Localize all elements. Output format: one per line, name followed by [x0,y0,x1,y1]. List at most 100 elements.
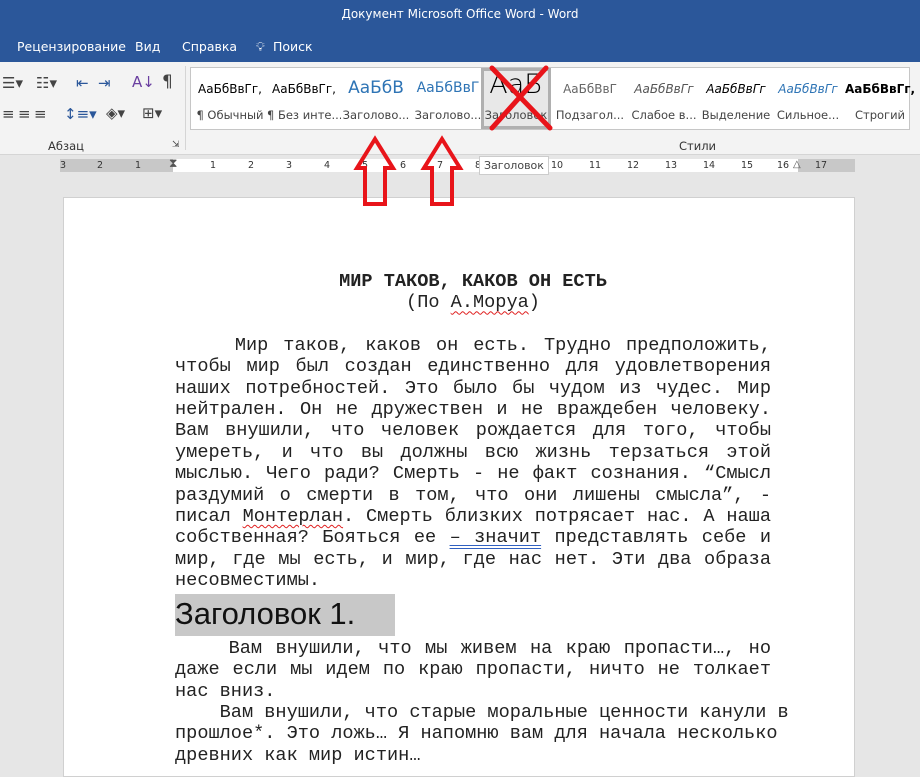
ruler-number: 16 [777,160,790,171]
text-run: мир, где мы есть, и мир, где нас нет. Эт… [175,548,771,570]
text-line: раздумий о смерти в том, что они лишены … [175,485,771,506]
ruler-number: 7 [437,160,444,171]
title-bar: Документ Microsoft Office Word - Word [0,0,920,30]
style-strong[interactable]: АаБбВвГг, Строгий [843,68,917,129]
align-center-icon[interactable]: ≡ [2,105,15,123]
pilcrow-icon[interactable]: ¶ [162,72,173,92]
line-spacing-icon[interactable]: ↕≡▾ [64,105,97,123]
paragraph: Мир таков, каков он есть. Трудно предпол… [175,335,771,592]
text-run: . Смерть близких потрясает нас. А наша [343,506,771,528]
style-subtle-emphasis[interactable]: АаБбВвГг Слабое в... [627,68,701,129]
dialog-launcher-icon[interactable]: ⇲ [172,140,180,150]
text-run: представлять себе и [541,527,772,549]
paragraph-group-label: Абзац [48,139,84,153]
ruler-number: 3 [60,160,67,171]
text-run: несовместимы. [175,570,321,592]
style-heading-1[interactable]: АаБбВ Заголово... [339,68,413,129]
text-run: чтобы мир был создан единственно для удо… [175,356,771,378]
ruler-number: 12 [627,160,640,171]
shading-icon[interactable]: ◈▾ [106,104,125,122]
text-line: мир, где мы есть, и мир, где нас нет. Эт… [175,549,771,570]
style-emphasis[interactable]: АаБбВвГг Выделение [699,68,773,129]
text-run: умереть, и что вы должны всю жизнь терза… [175,441,771,463]
decrease-indent-icon[interactable]: ⇤ [76,74,89,92]
text-run: собственная? Бояться ее [175,527,450,549]
ruler-number: 4 [324,160,331,171]
text-run: древних как мир истин… [175,744,421,766]
text-run: ) [528,292,540,314]
justify-icon[interactable]: ≡ [34,105,47,123]
spelling-error: А.Моруа [450,292,529,314]
text-line: даже если мы идем по краю пропасти, ничт… [175,659,771,680]
ruler-number: 2 [248,160,255,171]
ruler-number: 14 [703,160,716,171]
ruler-number: 11 [589,160,602,171]
style-normal[interactable]: АаБбВвГг, ¶ Обычный [193,68,267,129]
text-line: нас вниз. [175,681,771,702]
ruler-number: 6 [400,160,407,171]
paragraph: Вам внушили, что мы живем на краю пропас… [175,638,771,702]
increase-indent-icon[interactable]: ⇥ [98,74,111,92]
text-line: Вам внушили, что человек рождается для т… [175,420,771,441]
text-line: нейтрален. Он не дружествен и не враждеб… [175,399,771,420]
ribbon: ☰▾ ☷▾ ⇤ ⇥ A↓ ¶ ≡ ≡ ≡ ↕≡▾ ◈▾ ⊞▾ Абзац ⇲ А… [0,62,920,155]
tab-review[interactable]: Рецензирование [17,39,126,54]
ruler-number: 2 [97,160,104,171]
text-line: Вам внушили, что старые моральные ценнос… [175,702,789,723]
borders-icon[interactable]: ⊞▾ [142,104,162,122]
tab-help[interactable]: Справка [182,39,237,54]
text-run: нас вниз. [175,680,276,702]
group-divider [185,66,186,150]
style-subtitle[interactable]: АаБбВвГ Подзагол... [553,68,627,129]
multilevel-list-icon[interactable]: ☷▾ [36,74,57,92]
heading-1: Заголовок 1. [175,593,396,636]
text-run: Вам внушили, что мы живем на краю пропас… [175,637,771,659]
horizontal-ruler[interactable]: 3211234567891011121314151617 ⧗ △ [0,155,920,175]
lightbulb-icon: 💡︎ [256,39,265,54]
text-run: нейтрален. Он не дружествен и не враждеб… [175,399,771,421]
ruler-number: 15 [741,160,754,171]
text-line: чтобы мир был создан единственно для удо… [175,356,771,377]
document-body[interactable]: МИР ТАКОВ, КАКОВ ОН ЕСТЬ (По А.Моруа) Ми… [175,271,789,766]
text-run: мыслью. Чего ради? Смерть - не факт созн… [175,463,771,485]
text-line: мыслью. Чего ради? Смерть - не факт созн… [175,463,771,484]
text-line: несовместимы. [175,570,771,591]
styles-group-label: Стили [679,139,717,153]
paragraph: Вам внушили, что старые моральные ценнос… [175,702,789,766]
tab-search[interactable]: Поиск [273,39,313,54]
style-intense-emphasis[interactable]: АаБбВвГг Сильное... [771,68,845,129]
indent-marker-icon[interactable]: ⧗ [169,156,177,171]
tab-view[interactable]: Вид [135,39,160,54]
text-run: Вам внушили, что человек рождается для т… [175,420,771,442]
text-run: Мир таков, каков он есть. Трудно предпол… [175,334,771,356]
window-title: Документ Microsoft Office Word - Word [341,7,579,21]
text-run: Вам внушили, что старые моральные ценнос… [175,701,789,723]
styles-gallery: АаБбВвГг, ¶ Обычный АаБбВвГг, ¶ Без инте..… [190,67,915,130]
spelling-error: Монтерлан [242,506,344,528]
text-line: древних как мир истин… [175,745,771,766]
text-run: раздумий о смерти в том, что они лишены … [175,484,771,506]
text-line: писал Монтерлан. Смерть близких потрясае… [175,506,771,527]
ruler-number: 17 [815,160,828,171]
text-line: собственная? Бояться ее – значит предста… [175,527,771,548]
text-line: прошлое*. Это ложь… Я напомню вам для на… [175,723,778,744]
numbered-list-icon[interactable]: ☰▾ [2,74,23,92]
text-run: писал [175,506,243,528]
align-right-icon[interactable]: ≡ [18,105,31,123]
document-subtitle: (По А.Моруа) [175,292,771,313]
text-run: наших потребностей. Это было бы чудом из… [175,377,771,399]
ruler-number: 5 [362,160,369,171]
ruler-left-margin [60,159,173,172]
sort-icon[interactable]: A↓ [132,73,155,91]
ribbon-tabs: Рецензирование Вид Справка 💡︎ Поиск [0,30,920,62]
text-line: Вам внушили, что мы живем на краю пропас… [175,638,771,659]
ruler-bar [60,159,855,172]
text-line: Мир таков, каков он есть. Трудно предпол… [175,335,771,356]
style-heading-2[interactable]: АаБбВвГ Заголово... [411,68,485,129]
right-indent-marker-icon[interactable]: △ [793,159,801,170]
grammar-mark: – значит [449,527,542,549]
style-no-spacing[interactable]: АаБбВвГг, ¶ Без инте... [267,68,341,129]
ruler-number: 10 [551,160,564,171]
style-title[interactable]: АаБ Заголовок [481,68,551,129]
ruler-number: 13 [665,160,678,171]
